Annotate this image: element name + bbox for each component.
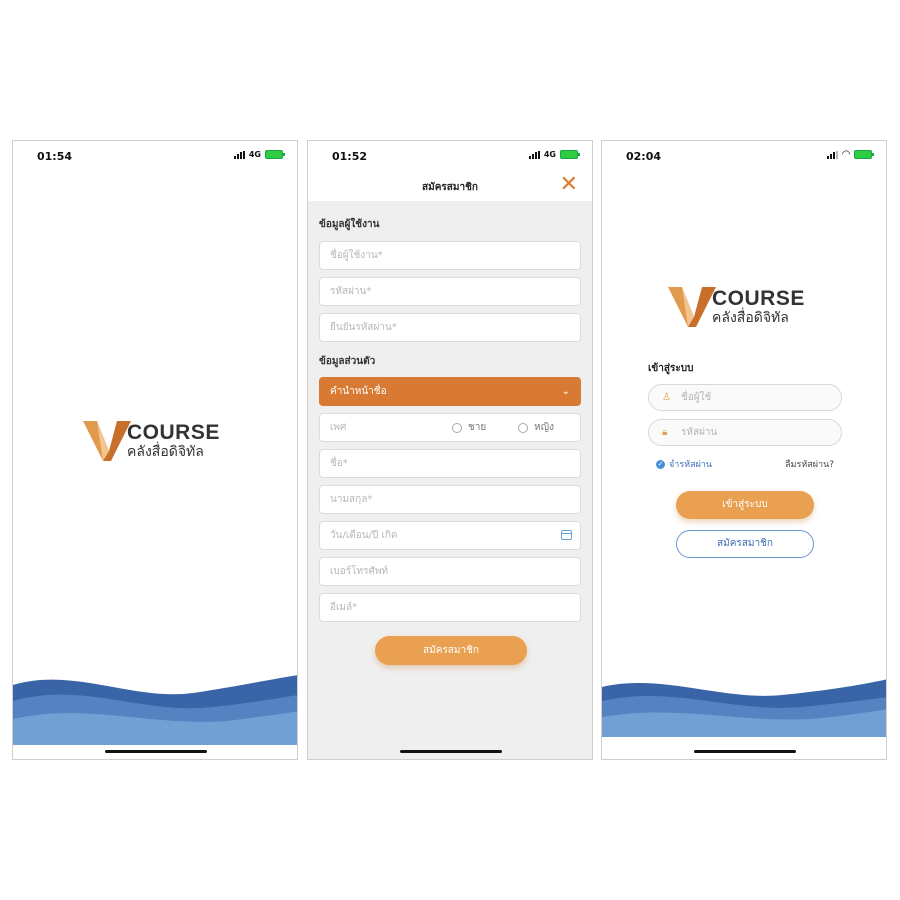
logo-course-text: COURSE xyxy=(712,286,805,310)
close-icon[interactable]: ✕ xyxy=(560,174,578,196)
email-field[interactable]: อีเมล์* xyxy=(319,593,581,622)
remember-label: จำรหัสผ่าน xyxy=(669,460,713,470)
login-password-field[interactable]: 🔒︎ รหัสผ่าน xyxy=(648,419,842,446)
home-indicator xyxy=(105,750,207,753)
radio-circle-icon xyxy=(452,422,462,433)
decorative-wave xyxy=(602,679,886,737)
wifi-icon: ◠ xyxy=(842,148,850,160)
gender-label: เพศ xyxy=(330,422,347,433)
prefix-select-label: คำนำหน้าชื่อ xyxy=(330,386,387,397)
register-screen: 01:52 4G สมัครสมาชิก ✕ ข้อมูลผู้ใช้งาน ช… xyxy=(307,140,593,760)
logo-tagline: คลังสื่อดิจิทัล xyxy=(712,309,789,326)
decorative-wave xyxy=(13,675,297,747)
gender-female-label: หญิง xyxy=(534,422,554,433)
home-indicator xyxy=(400,750,502,753)
status-time: 01:54 xyxy=(37,150,73,163)
gender-field: เพศ ชาย หญิง xyxy=(319,413,581,442)
username-field[interactable]: ชื่อผู้ใช้งาน* xyxy=(319,241,581,270)
status-bar: 01:52 4G xyxy=(308,141,592,171)
login-title: เข้าสู่ระบบ xyxy=(648,363,694,374)
network-label: 4G xyxy=(248,150,261,159)
logo-tagline: คลังสื่อดิจิทัล xyxy=(127,443,204,460)
gender-male-radio[interactable]: ชาย xyxy=(452,414,486,441)
prefix-select[interactable]: คำนำหน้าชื่อ ⌄ xyxy=(319,377,581,406)
logo-course-text: COURSE xyxy=(127,420,220,444)
register-submit-button[interactable]: สมัครสมาชิก xyxy=(375,636,527,665)
radio-circle-icon xyxy=(518,422,528,433)
signal-icon xyxy=(528,150,540,159)
section-user-info: ข้อมูลผู้ใช้งาน xyxy=(319,219,380,230)
status-time: 02:04 xyxy=(626,150,662,163)
page-title: สมัครสมาชิก xyxy=(422,182,478,193)
battery-icon xyxy=(265,150,285,159)
v-logo-icon xyxy=(83,421,131,461)
status-bar: 01:54 4G xyxy=(13,141,297,171)
birthdate-field[interactable]: วัน/เดือน/ปี เกิด xyxy=(319,521,581,550)
password-field[interactable]: รหัสผ่าน* xyxy=(319,277,581,306)
login-password-placeholder: รหัสผ่าน xyxy=(681,427,718,438)
last-name-field[interactable]: นามสกุล* xyxy=(319,485,581,514)
register-header: สมัครสมาชิก ✕ xyxy=(308,171,592,201)
confirm-password-field[interactable]: ยืนยันรหัสผ่าน* xyxy=(319,313,581,342)
status-bar: 02:04 ◠ xyxy=(602,141,886,171)
signal-icon xyxy=(827,150,839,159)
remember-password-checkbox[interactable]: ✓ จำรหัสผ่าน xyxy=(656,457,712,471)
calendar-icon[interactable] xyxy=(561,530,572,540)
phone-field[interactable]: เบอร์โทรศัพท์ xyxy=(319,557,581,586)
login-username-placeholder: ชื่อผู้ใช้ xyxy=(681,392,712,403)
splash-screen: 01:54 4G COURSE คลังสื่อดิจิทัล xyxy=(12,140,298,760)
forgot-password-link[interactable]: ลืมรหัสผ่าน? xyxy=(785,457,834,471)
login-username-field[interactable]: ♙ ชื่อผู้ใช้ xyxy=(648,384,842,411)
register-button[interactable]: สมัครสมาชิก xyxy=(676,530,814,558)
chevron-down-icon: ⌄ xyxy=(561,386,570,397)
login-screen: 02:04 ◠ COURSE คลังสื่อดิจิทัล เข้าสู่ระ… xyxy=(601,140,887,760)
gender-female-radio[interactable]: หญิง xyxy=(518,414,554,441)
vcourse-logo: COURSE คลังสื่อดิจิทัล xyxy=(83,421,220,461)
v-logo-icon xyxy=(668,287,716,327)
signal-icon xyxy=(233,150,245,159)
section-personal-info: ข้อมูลส่วนตัว xyxy=(319,356,376,367)
battery-icon xyxy=(854,150,874,159)
home-indicator xyxy=(694,750,796,753)
status-time: 01:52 xyxy=(332,150,368,163)
gender-male-label: ชาย xyxy=(468,422,487,433)
login-button[interactable]: เข้าสู่ระบบ xyxy=(676,491,814,519)
battery-icon xyxy=(560,150,580,159)
lock-icon: 🔒︎ xyxy=(662,427,668,438)
check-icon: ✓ xyxy=(656,459,665,469)
network-label: 4G xyxy=(543,150,556,159)
vcourse-logo: COURSE คลังสื่อดิจิทัล xyxy=(668,287,805,327)
birthdate-label: วัน/เดือน/ปี เกิด xyxy=(330,530,398,541)
first-name-field[interactable]: ชื่อ* xyxy=(319,449,581,478)
user-icon: ♙ xyxy=(662,392,671,403)
